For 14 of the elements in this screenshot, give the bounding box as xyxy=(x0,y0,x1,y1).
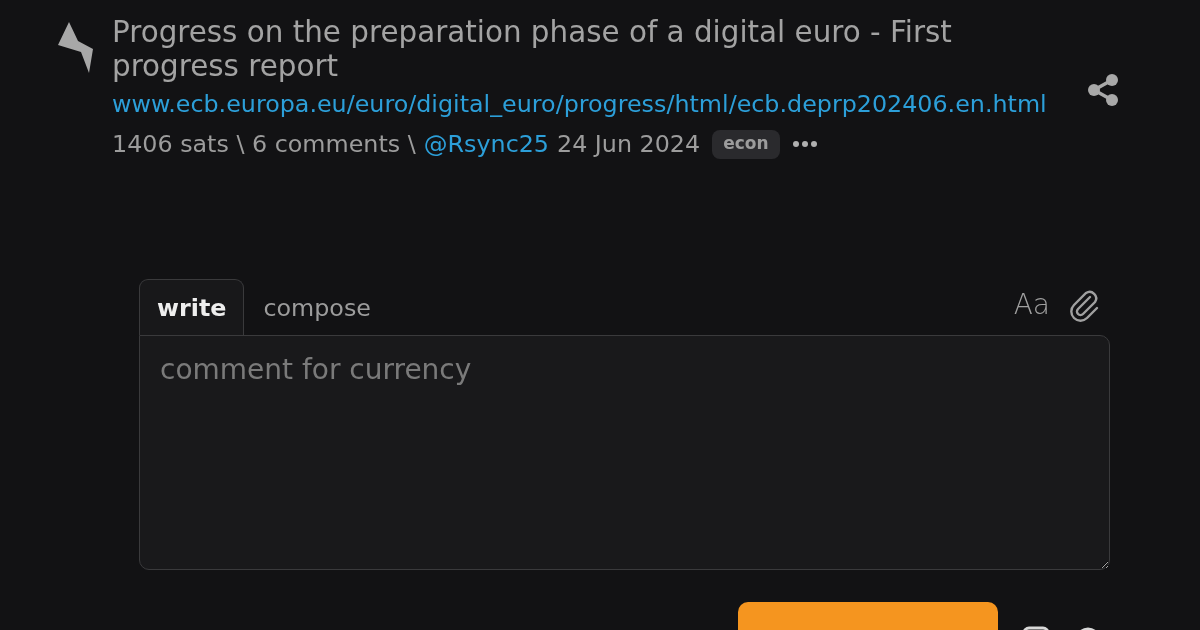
author-link[interactable]: @Rsync25 xyxy=(423,130,549,158)
editor-tab[interactable]: write xyxy=(139,279,245,335)
tag-badge[interactable]: econ xyxy=(712,129,780,159)
comment-field[interactable]: comment for currency xyxy=(139,335,1110,570)
post-link[interactable]: www.ecb.europa.eu/euro/digital_euro/progress/html/ecb.deprp202406.en.html xyxy=(112,89,1072,119)
post-stats: 1406 sats \ 6 comments \ xyxy=(112,130,416,158)
more-icon[interactable] xyxy=(791,140,818,148)
share-icon[interactable] xyxy=(1088,74,1118,106)
format-toggle[interactable]: Aa xyxy=(1013,289,1050,321)
lightning-icon xyxy=(58,22,94,74)
editor-tab[interactable]: compose xyxy=(244,279,390,335)
paperclip-icon[interactable] xyxy=(1069,288,1101,322)
post-date: 24 Jun 2024 xyxy=(557,130,701,158)
post-title[interactable]: Progress on the preparation phase of a digital euro - First progress report xyxy=(112,15,1072,83)
